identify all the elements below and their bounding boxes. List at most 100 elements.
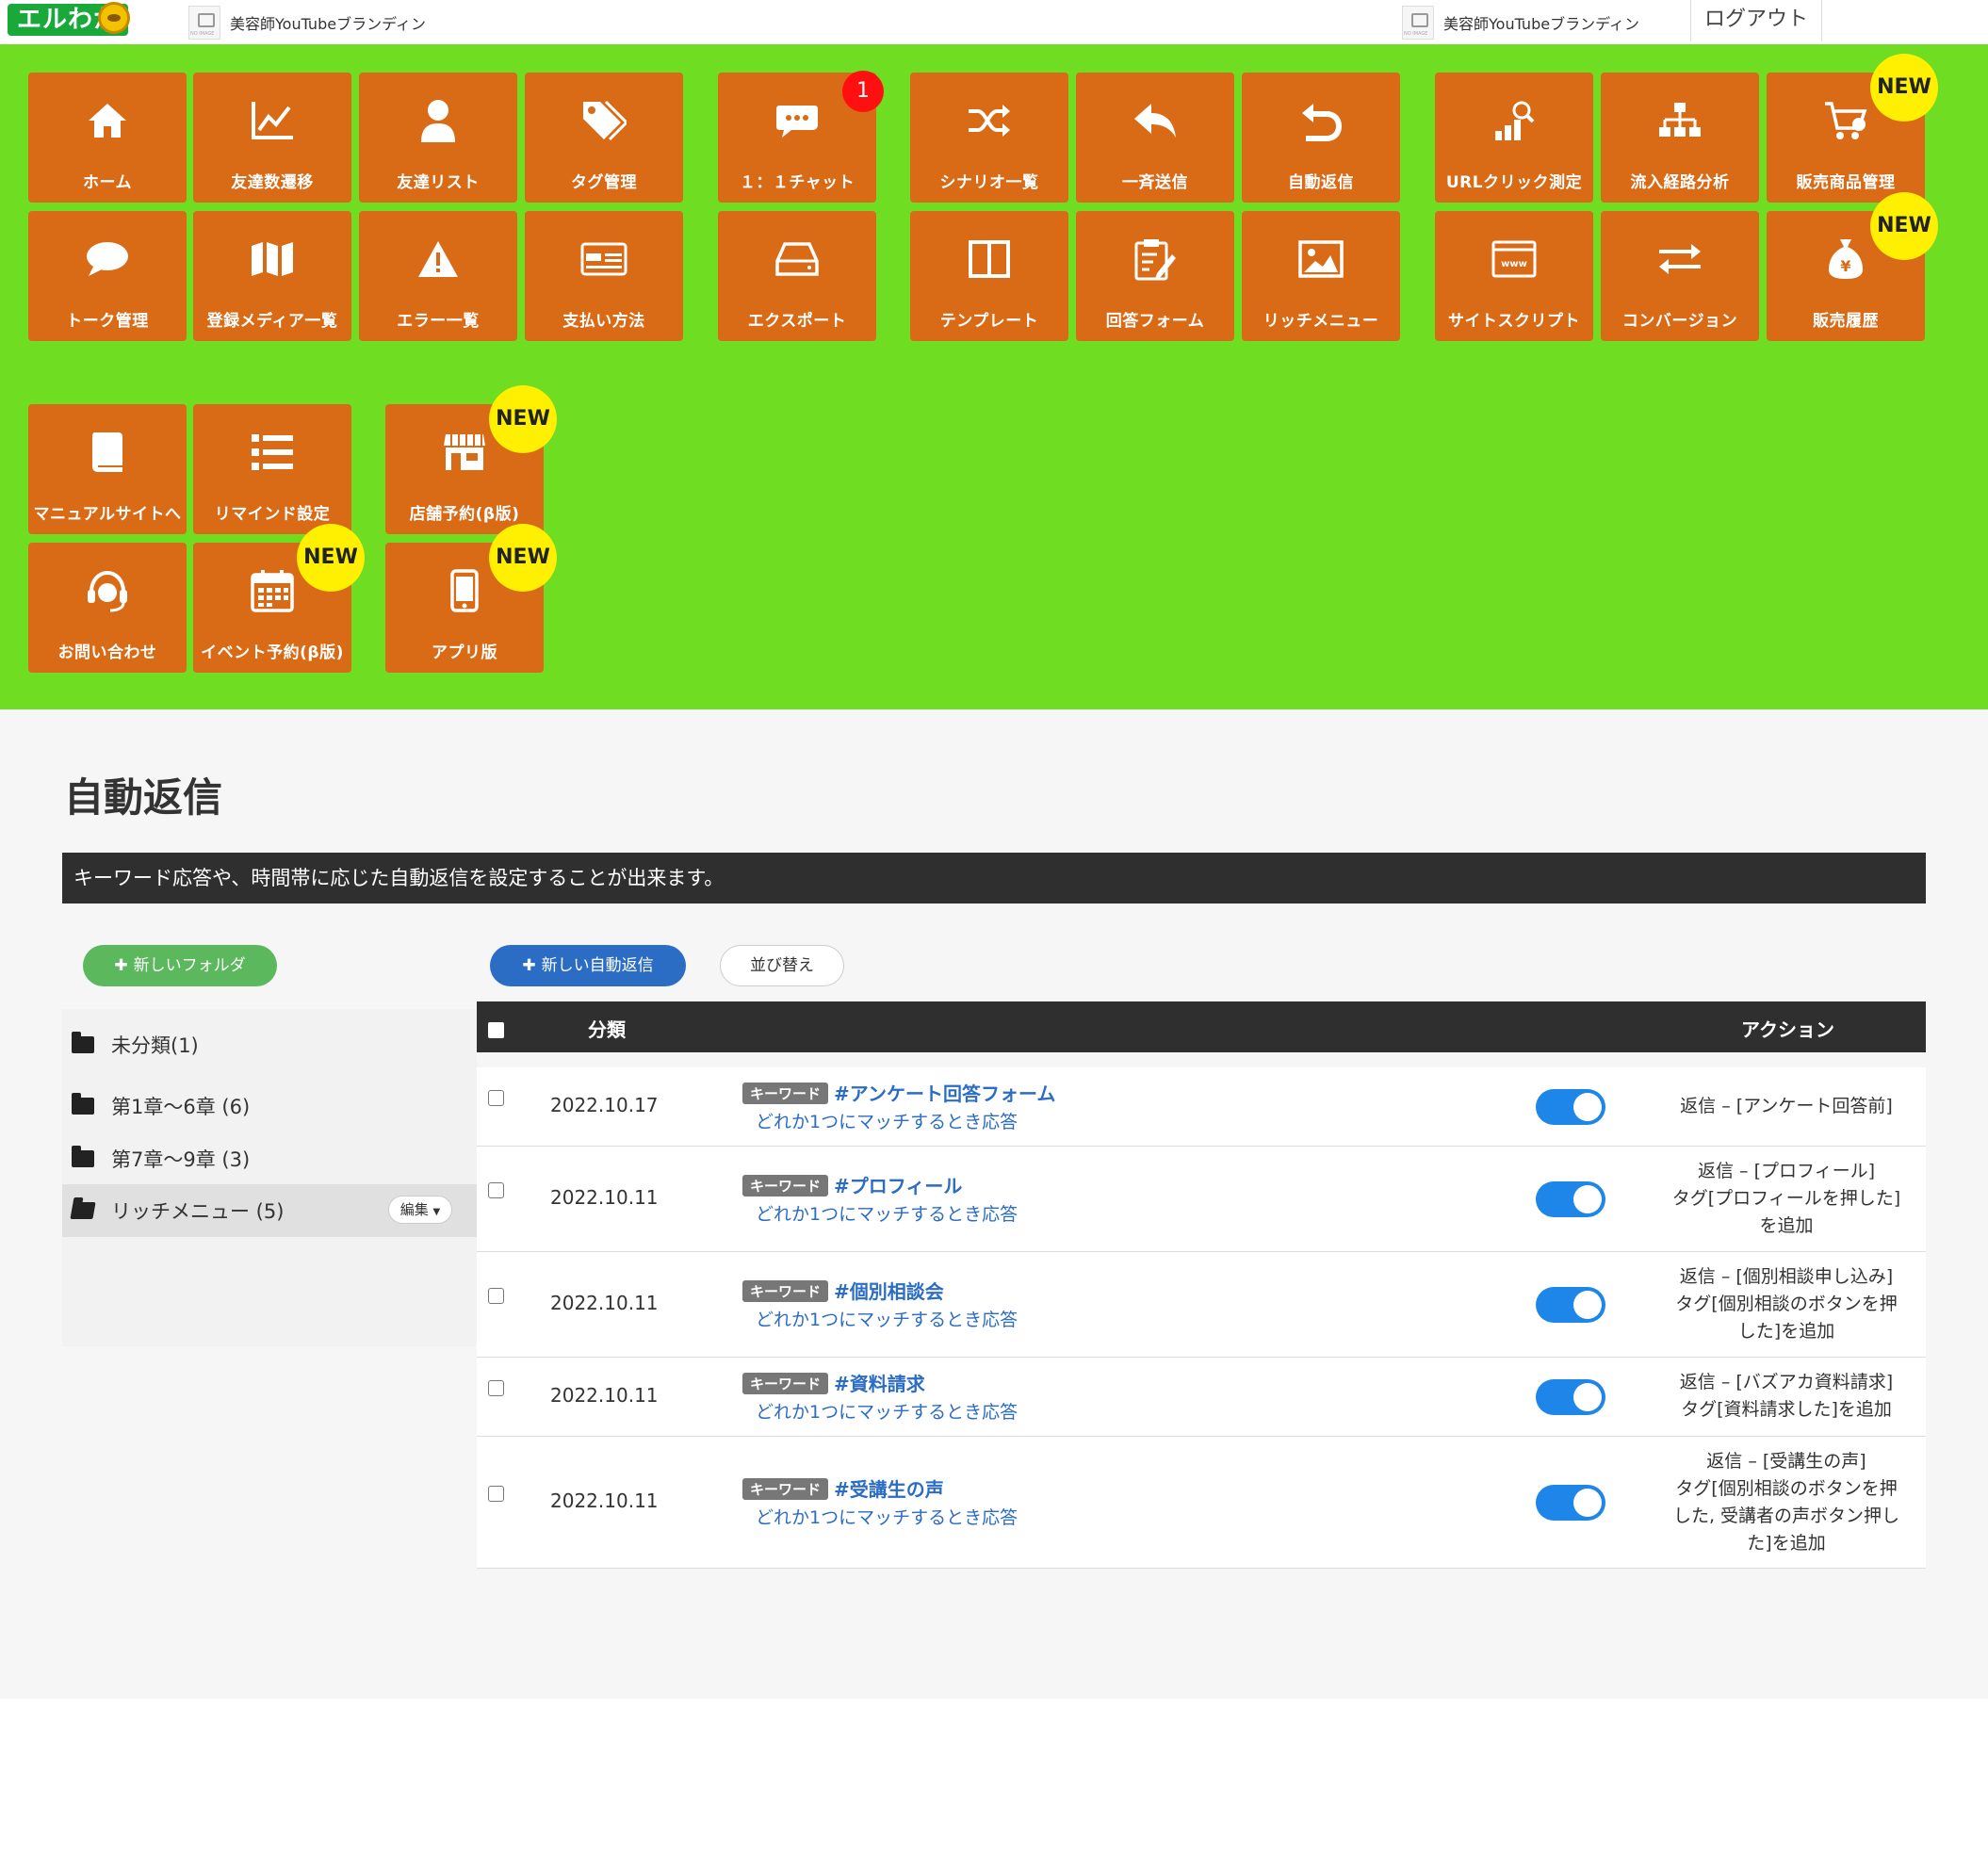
keyword-name[interactable]: #プロフィール — [834, 1175, 962, 1197]
menu-friend-growth[interactable]: 友達数遷移 — [193, 73, 351, 203]
row-keyword[interactable]: キーワード #アンケート回答フォーム どれか1つにマッチするとき応答 — [742, 1079, 1055, 1133]
warning-icon — [359, 236, 517, 283]
account-avatar — [1402, 6, 1434, 40]
menu-media-list[interactable]: 登録メディア一覧 — [193, 211, 351, 341]
folder-sidebar: 未分類(1) 第1章〜6章 (6) 第7章〜9章 (3) リッチメニュー (5)… — [62, 1009, 477, 1346]
table-row[interactable]: 2022.10.11 キーワード #受講生の声 どれか1つにマッチするとき応答 返… — [477, 1437, 1926, 1569]
tags-icon — [525, 97, 683, 144]
enable-toggle[interactable] — [1536, 1485, 1605, 1521]
menu-conversion[interactable]: コンバージョン — [1601, 211, 1759, 341]
clipboard-icon — [1076, 236, 1234, 283]
feature-menu: ホーム 友達数遷移 友達リスト タグ管理 １：１チャット 1 シナリオ一覧 一斉… — [0, 44, 1988, 709]
menu-scenario-list[interactable]: シナリオ一覧 — [910, 73, 1068, 203]
new-badge: NEW — [1870, 54, 1938, 122]
row-keyword[interactable]: キーワード #資料請求 どれか1つにマッチするとき応答 — [742, 1369, 1018, 1424]
menu-payment-method[interactable]: 支払い方法 — [525, 211, 683, 341]
svg-text:www: www — [1501, 259, 1527, 269]
select-all-checkbox[interactable] — [488, 1022, 504, 1038]
account-name: 美容師YouTubeブランディン — [1443, 15, 1639, 33]
row-checkbox[interactable] — [488, 1288, 504, 1304]
enable-toggle[interactable] — [1536, 1089, 1605, 1125]
folder-item-rich-menu[interactable]: リッチメニュー (5) 編集 ▼ — [62, 1184, 477, 1237]
menu-store-reservation[interactable]: 店舗予約(β版) NEW — [385, 385, 557, 534]
row-action: 返信 – [プロフィール] タグ[プロフィールを押した] を追加 — [1671, 1161, 1901, 1236]
drive-icon — [718, 236, 876, 283]
menu-inflow-analysis[interactable]: 流入経路分析 — [1601, 73, 1759, 203]
folder-open-icon — [70, 1202, 96, 1219]
folder-item-uncategorized[interactable]: 未分類(1) — [62, 1018, 477, 1071]
keyword-tag: キーワード — [742, 1478, 829, 1500]
enable-toggle[interactable] — [1536, 1181, 1605, 1217]
menu-event-reservation[interactable]: イベント予約(β版) NEW — [193, 524, 365, 673]
new-badge: NEW — [489, 385, 557, 453]
menu-product-management[interactable]: 販売商品管理 NEW — [1767, 54, 1938, 203]
enable-toggle[interactable] — [1536, 1379, 1605, 1415]
keyword-tag: キーワード — [742, 1083, 829, 1104]
match-condition: どれか1つにマッチするとき応答 — [756, 1402, 1018, 1423]
row-checkbox[interactable] — [488, 1380, 504, 1396]
menu-remind-settings[interactable]: リマインド設定 — [193, 404, 351, 534]
row-checkbox[interactable] — [488, 1090, 504, 1106]
menu-broadcast[interactable]: 一斉送信 — [1076, 73, 1234, 203]
row-checkbox[interactable] — [488, 1182, 504, 1198]
row-action: 返信 – [受講生の声] タグ[個別相談のボタンを押 した, 受講者の声ボタン押… — [1672, 1451, 1900, 1554]
row-keyword[interactable]: キーワード #受講生の声 どれか1つにマッチするとき応答 — [742, 1474, 1018, 1529]
menu-one-to-one-chat[interactable]: １：１チャット 1 — [718, 71, 884, 203]
menu-app-version[interactable]: アプリ版 NEW — [385, 524, 557, 673]
table-row[interactable]: 2022.10.11 キーワード #資料請求 どれか1つにマッチするとき応答 返信… — [477, 1358, 1926, 1437]
row-keyword[interactable]: キーワード #個別相談会 どれか1つにマッチするとき応答 — [742, 1277, 1018, 1331]
unread-count-badge: 1 — [842, 71, 884, 112]
line-chart-icon — [193, 97, 351, 144]
menu-contact[interactable]: お問い合わせ — [28, 543, 187, 673]
new-folder-button[interactable]: ✚ 新しいフォルダ — [83, 945, 277, 986]
caret-down-icon: ▼ — [432, 1207, 441, 1217]
menu-home[interactable]: ホーム — [28, 73, 187, 203]
folder-item-chapter-7-9[interactable]: 第7章〜9章 (3) — [62, 1132, 477, 1185]
account-switcher-left[interactable]: 美容師YouTubeブランディン — [188, 6, 426, 40]
menu-friend-list[interactable]: 友達リスト — [359, 73, 517, 203]
menu-talk-management[interactable]: トーク管理 — [28, 211, 187, 341]
logout-button[interactable]: ログアウト — [1690, 0, 1822, 41]
account-avatar — [188, 6, 220, 40]
menu-tag-management[interactable]: タグ管理 — [525, 73, 683, 203]
menu-auto-reply[interactable]: 自動返信 — [1242, 73, 1400, 203]
account-switcher-right[interactable]: 美容師YouTubeブランディン — [1402, 6, 1639, 40]
reply-icon — [1076, 97, 1234, 144]
svg-text:¥: ¥ — [1840, 257, 1850, 275]
menu-sales-history[interactable]: ¥ 販売履歴 NEW — [1767, 192, 1938, 341]
table-row[interactable]: 2022.10.11 キーワード #プロフィール どれか1つにマッチするとき応答 … — [477, 1147, 1926, 1252]
enable-toggle[interactable] — [1536, 1287, 1605, 1323]
table-header: 分類 アクション — [477, 1001, 1926, 1052]
keyword-name[interactable]: #個別相談会 — [834, 1280, 944, 1303]
analytics-icon — [1435, 97, 1593, 144]
map-icon — [193, 236, 351, 283]
browser-icon: www — [1435, 236, 1593, 283]
row-checkbox[interactable] — [488, 1486, 504, 1502]
top-bar: エルわか 美容師YouTubeブランディン 美容師YouTubeブランディン ロ… — [0, 0, 1988, 44]
image-icon — [1242, 236, 1400, 283]
list-icon — [193, 429, 351, 476]
table-row[interactable]: 2022.10.17 キーワード #アンケート回答フォーム どれか1つにマッチする… — [477, 1067, 1926, 1147]
folder-edit-dropdown[interactable]: 編集 ▼ — [388, 1196, 452, 1224]
row-date: 2022.10.11 — [550, 1489, 659, 1512]
book-icon — [28, 429, 187, 476]
menu-template[interactable]: テンプレート — [910, 211, 1068, 341]
sort-button[interactable]: 並び替え — [720, 945, 844, 986]
row-keyword[interactable]: キーワード #プロフィール どれか1つにマッチするとき応答 — [742, 1171, 1018, 1226]
menu-answer-form[interactable]: 回答フォーム — [1076, 211, 1234, 341]
menu-error-list[interactable]: エラー一覧 — [359, 211, 517, 341]
folder-item-chapter-1-6[interactable]: 第1章〜6章 (6) — [62, 1080, 477, 1132]
menu-export[interactable]: エクスポート — [718, 211, 876, 341]
table-row[interactable]: 2022.10.11 キーワード #個別相談会 どれか1つにマッチするとき応答 返… — [477, 1252, 1926, 1358]
match-condition: どれか1つにマッチするとき応答 — [756, 1204, 1018, 1225]
menu-manual-site[interactable]: マニュアルサイトへ — [28, 404, 187, 534]
menu-rich-menu[interactable]: リッチメニュー — [1242, 211, 1400, 341]
speech-bubble-icon — [28, 236, 187, 283]
menu-url-click[interactable]: URLクリック測定 — [1435, 73, 1593, 203]
keyword-name[interactable]: #アンケート回答フォーム — [834, 1083, 1055, 1105]
menu-site-script[interactable]: www サイトスクリプト — [1435, 211, 1593, 341]
keyword-name[interactable]: #受講生の声 — [834, 1478, 944, 1501]
new-auto-reply-button[interactable]: ✚ 新しい自動返信 — [490, 945, 686, 986]
keyword-tag: キーワード — [742, 1373, 829, 1394]
keyword-name[interactable]: #資料請求 — [834, 1373, 925, 1395]
